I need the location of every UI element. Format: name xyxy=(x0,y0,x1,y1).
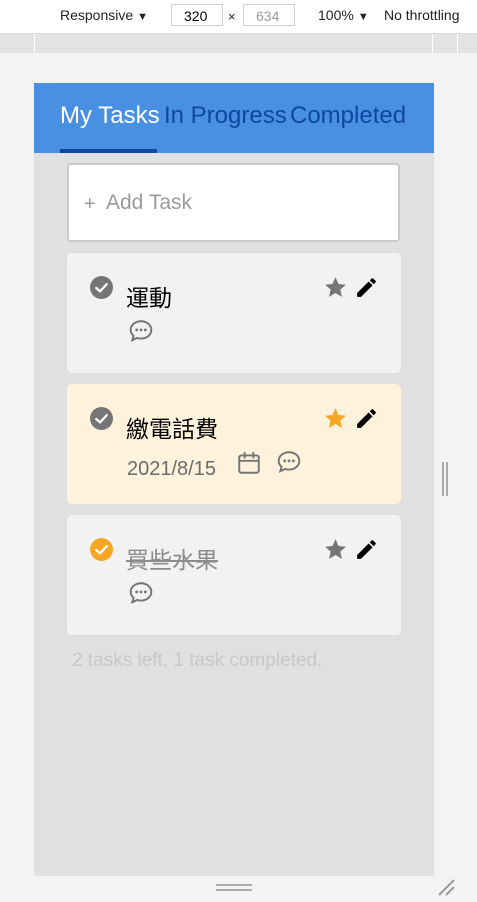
add-task-button[interactable]: + Add Task xyxy=(67,163,400,242)
star-icon[interactable] xyxy=(323,537,348,562)
comment-icon[interactable] xyxy=(128,318,154,344)
pencil-icon[interactable] xyxy=(354,406,379,431)
tab-bar: My Tasks In Progress Completed xyxy=(34,83,434,153)
task-due-date: 2021/8/15 xyxy=(127,458,216,480)
pencil-icon[interactable] xyxy=(354,275,379,300)
task-card[interactable]: 繳電話費 2021/8/15 xyxy=(67,384,401,504)
active-tab-indicator xyxy=(60,149,157,153)
tab-my-tasks[interactable]: My Tasks xyxy=(60,102,160,130)
viewport-height-input[interactable]: 634 xyxy=(243,4,295,26)
pencil-icon[interactable] xyxy=(354,537,379,562)
task-title: 運動 xyxy=(126,286,172,312)
resize-handle-right[interactable] xyxy=(441,462,449,496)
star-icon[interactable] xyxy=(323,406,348,431)
task-title: 繳電話費 xyxy=(126,417,218,443)
star-icon[interactable] xyxy=(323,275,348,300)
ruler-tick xyxy=(34,34,35,53)
calendar-icon[interactable] xyxy=(236,450,262,476)
tab-completed[interactable]: Completed xyxy=(290,102,406,130)
device-mode-select[interactable]: Responsive ▼ xyxy=(60,7,148,23)
comment-icon[interactable] xyxy=(276,449,302,475)
check-circle-icon[interactable] xyxy=(90,276,113,299)
dimension-separator-icon: × xyxy=(228,9,236,24)
task-card[interactable]: 買些水果 xyxy=(67,515,401,635)
resize-handle-corner[interactable] xyxy=(437,878,455,896)
viewport-width-input[interactable]: 320 xyxy=(171,4,223,26)
check-circle-icon[interactable] xyxy=(90,407,113,430)
ruler-tick xyxy=(457,34,458,53)
add-task-label: Add Task xyxy=(106,191,192,214)
ruler-tick xyxy=(432,34,433,53)
task-status-summary: 2 tasks left, 1 task completed. xyxy=(72,650,323,671)
check-circle-icon[interactable] xyxy=(90,538,113,561)
dropdown-arrow-icon: ▼ xyxy=(137,11,149,23)
task-title: 買些水果 xyxy=(126,548,218,574)
devtools-toolbar: Responsive ▼ 320 × 634 100% ▼ No throttlin… xyxy=(0,0,477,34)
resize-handle-bottom[interactable] xyxy=(216,883,252,893)
task-card[interactable]: 運動 xyxy=(67,253,401,373)
device-viewport: My Tasks In Progress Completed + Add Tas… xyxy=(34,83,434,876)
plus-icon: + xyxy=(84,193,96,215)
media-query-ruler[interactable] xyxy=(0,34,477,53)
device-mode-label: Responsive xyxy=(60,7,134,23)
throttling-select[interactable]: No throttling xyxy=(384,7,459,23)
tab-in-progress[interactable]: In Progress xyxy=(164,102,287,130)
comment-icon[interactable] xyxy=(128,580,154,606)
dropdown-arrow-icon: ▼ xyxy=(357,11,369,23)
zoom-label: 100% xyxy=(318,7,354,23)
zoom-select[interactable]: 100% ▼ xyxy=(318,7,369,23)
